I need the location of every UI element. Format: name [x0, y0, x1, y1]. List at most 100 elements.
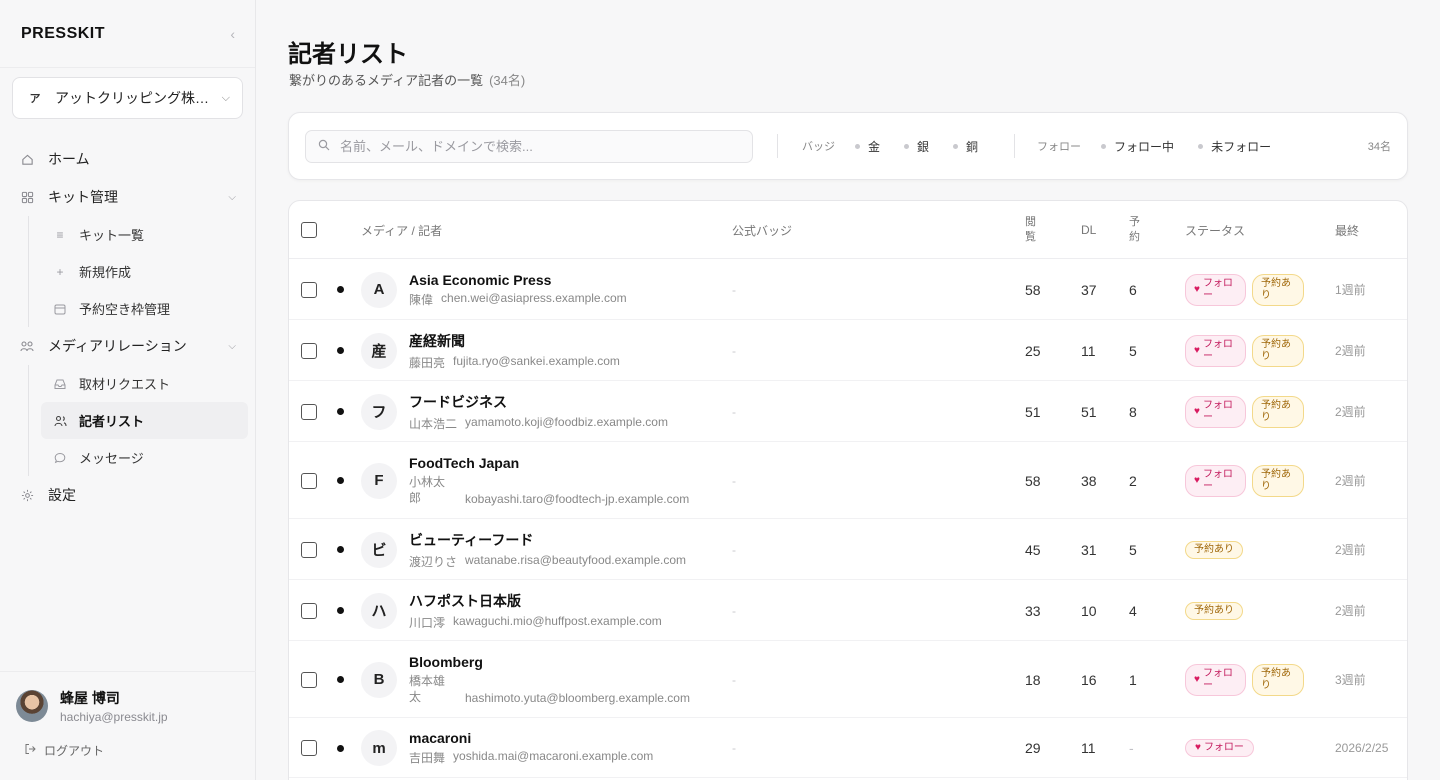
- table-row[interactable]: m macaroni 吉田舞 yoshida.mai@macaroni.example…: [289, 718, 1407, 778]
- table-row[interactable]: ビビューティーフード渡辺りさ watanabe.risa@beautyfood.e…: [289, 519, 1407, 580]
- status-badge-follow: ♥ フォロー: [1185, 663, 1246, 696]
- header-last[interactable]: 最終: [1335, 201, 1359, 259]
- row-checkbox[interactable]: [301, 403, 317, 420]
- media-cell[interactable]: ハフポスト日本版 川口澪 kawaguchi.mio@huffpost.exampl…: [409, 580, 662, 641]
- header-badge[interactable]: 公式バッジ: [732, 201, 792, 259]
- row-bullet-cell: [337, 718, 344, 778]
- media-cell[interactable]: Asia Economic Press 陳偉 chen.wei@asiapress.…: [409, 259, 627, 320]
- follow-filter-following[interactable]: フォロー中: [1101, 138, 1174, 155]
- badge-cell: -: [732, 641, 736, 718]
- resv-cell: 2: [1129, 442, 1137, 519]
- media-name[interactable]: 産経新聞: [409, 331, 465, 351]
- select-all-checkbox[interactable]: [301, 222, 317, 238]
- nav-item-settings[interactable]: 設定: [0, 476, 256, 514]
- reporter-name: 渡辺りさ: [409, 554, 458, 569]
- nav-item-kit[interactable]: キット管理 ⌵: [0, 178, 256, 216]
- nav-item-kit-list[interactable]: ≡ キット一覧: [41, 216, 248, 253]
- divider: [1014, 134, 1016, 158]
- badge-filter-silver-label: 銀: [917, 139, 930, 154]
- table-row[interactable]: ハハフポスト日本版 川口澪 kawaguchi.mio@huffpost.examp…: [289, 580, 1407, 641]
- official-badge: -: [732, 343, 736, 358]
- row-checkbox[interactable]: [301, 740, 317, 756]
- official-badge: -: [732, 282, 736, 297]
- chevron-down-icon: ⌵: [228, 340, 236, 352]
- unread-dot: [337, 676, 344, 683]
- row-checkbox[interactable]: [301, 472, 317, 489]
- badge-filter-gold-label: 金: [868, 139, 881, 154]
- status-cell: 予約あり: [1185, 580, 1243, 641]
- heart-icon: ♥: [1195, 742, 1201, 753]
- media-cell[interactable]: Bloomberg 橋本雄太 hashimoto.yuta@bloomberg.ex…: [409, 641, 690, 718]
- follow-filter-unfollowed[interactable]: 未フォロー: [1198, 138, 1271, 155]
- media-name[interactable]: Asia Economic Press: [409, 272, 551, 288]
- last-activity: 2026/2/25: [1335, 741, 1389, 755]
- media-cell[interactable]: フードビジネス 山本浩二 yamamoto.koji@foodbiz.example…: [409, 381, 668, 442]
- header-dl[interactable]: DL: [1081, 201, 1096, 259]
- media-cell[interactable]: ビューティーフード渡辺りさ watanabe.risa@beautyfood.ex…: [409, 519, 686, 580]
- table-row[interactable]: フフードビジネス 山本浩二 yamamoto.koji@foodbiz.exampl…: [289, 381, 1407, 442]
- header-status[interactable]: ステータス: [1185, 201, 1245, 259]
- status-follow-label: フォロー: [1202, 468, 1233, 492]
- table-row[interactable]: 産産経新聞 藤田亮 fujita.ryo@sankei.example.com - 25…: [289, 320, 1407, 381]
- media-avatar-cell: ビ: [361, 519, 397, 580]
- dl-cell: 37: [1081, 259, 1097, 320]
- last-cell: 2週前: [1335, 519, 1366, 580]
- nav-item-kit-new[interactable]: + 新規作成: [41, 253, 248, 290]
- dl-cell: 10: [1081, 580, 1097, 641]
- views-cell: 25: [1025, 320, 1041, 381]
- nav-item-reporters[interactable]: 記者リスト: [41, 402, 248, 439]
- badge-cell: -: [732, 442, 736, 519]
- media-name[interactable]: ビューティーフード: [409, 530, 533, 550]
- badge-filter-bronze[interactable]: 銅: [953, 138, 978, 155]
- last-cell: 2週前: [1335, 381, 1366, 442]
- header-resv[interactable]: 予約: [1129, 201, 1141, 259]
- row-checkbox[interactable]: [301, 281, 317, 298]
- nav-item-messages[interactable]: メッセージ: [41, 439, 248, 476]
- nav-item-kit-slots[interactable]: 予約空き枠管理: [41, 290, 248, 327]
- media-name[interactable]: macaroni: [409, 730, 471, 746]
- org-switcher[interactable]: ア アットクリッピング株式会社 ⌵: [12, 77, 243, 119]
- nav-item-media[interactable]: メディアリレーション ⌵: [0, 327, 256, 365]
- unread-dot: [337, 744, 344, 752]
- badge-filter-silver[interactable]: 銀: [904, 138, 929, 155]
- table-row[interactable]: F FoodTech Japan 小林太郎 kobayashi.taro@foodte…: [289, 442, 1407, 519]
- media-name[interactable]: ハフポスト日本版: [409, 591, 521, 611]
- row-checkbox[interactable]: [301, 541, 317, 558]
- brand-logo: PRESSKIT: [21, 24, 106, 42]
- nav-item-home[interactable]: ホーム: [0, 140, 256, 178]
- header-views[interactable]: 閲覧: [1025, 201, 1037, 259]
- media-name[interactable]: フードビジネス: [409, 392, 507, 412]
- media-name[interactable]: Bloomberg: [409, 654, 483, 670]
- last-activity: 3週前: [1335, 673, 1366, 687]
- header-media[interactable]: メディア / 記者: [361, 201, 442, 259]
- row-checkbox[interactable]: [301, 602, 317, 619]
- last-cell: 2週前: [1335, 442, 1366, 519]
- nav-item-requests[interactable]: 取材リクエスト: [41, 365, 248, 402]
- media-cell[interactable]: 産経新聞 藤田亮 fujita.ryo@sankei.example.com: [409, 320, 620, 381]
- nav-label-kit-list: キット一覧: [79, 228, 145, 243]
- dl-cell: 31: [1081, 519, 1097, 580]
- reporter-line: 渡辺りさ watanabe.risa@beautyfood.example.com: [409, 553, 686, 570]
- user-row: 蜂屋 博司 hachiya@presskit.jp: [16, 688, 240, 724]
- row-checkbox[interactable]: [301, 342, 317, 359]
- media-cell[interactable]: FoodTech Japan 小林太郎 kobayashi.taro@foodtec…: [409, 442, 689, 519]
- media-cell[interactable]: macaroni 吉田舞 yoshida.mai@macaroni.example.…: [409, 718, 653, 778]
- chevron-left-icon[interactable]: ‹: [230, 26, 235, 42]
- views-cell: 33: [1025, 580, 1041, 641]
- inbox-icon: [53, 378, 67, 390]
- table-row[interactable]: A Asia Economic Press 陳偉 chen.wei@asiapress…: [289, 259, 1407, 320]
- reporter-email: yoshida.mai@macaroni.example.com: [453, 749, 654, 763]
- table-row[interactable]: B Bloomberg 橋本雄太 hashimoto.yuta@bloomberg.e…: [289, 641, 1407, 718]
- grid-icon: [20, 191, 34, 204]
- media-name[interactable]: FoodTech Japan: [409, 455, 519, 471]
- logout-icon: [24, 743, 36, 758]
- status-badge-follow: ♥ フォロー: [1185, 464, 1246, 497]
- search-input[interactable]: [340, 138, 740, 154]
- reporter-line: 陳偉 chen.wei@asiapress.example.com: [409, 291, 627, 308]
- badge-filter-gold[interactable]: 金: [855, 138, 880, 155]
- page-title: 記者リスト: [288, 41, 408, 68]
- row-checkbox[interactable]: [301, 671, 317, 688]
- dl-count: 16: [1081, 671, 1097, 688]
- reporter-name: 藤田亮: [409, 355, 446, 370]
- logout-button[interactable]: ログアウト: [16, 742, 240, 759]
